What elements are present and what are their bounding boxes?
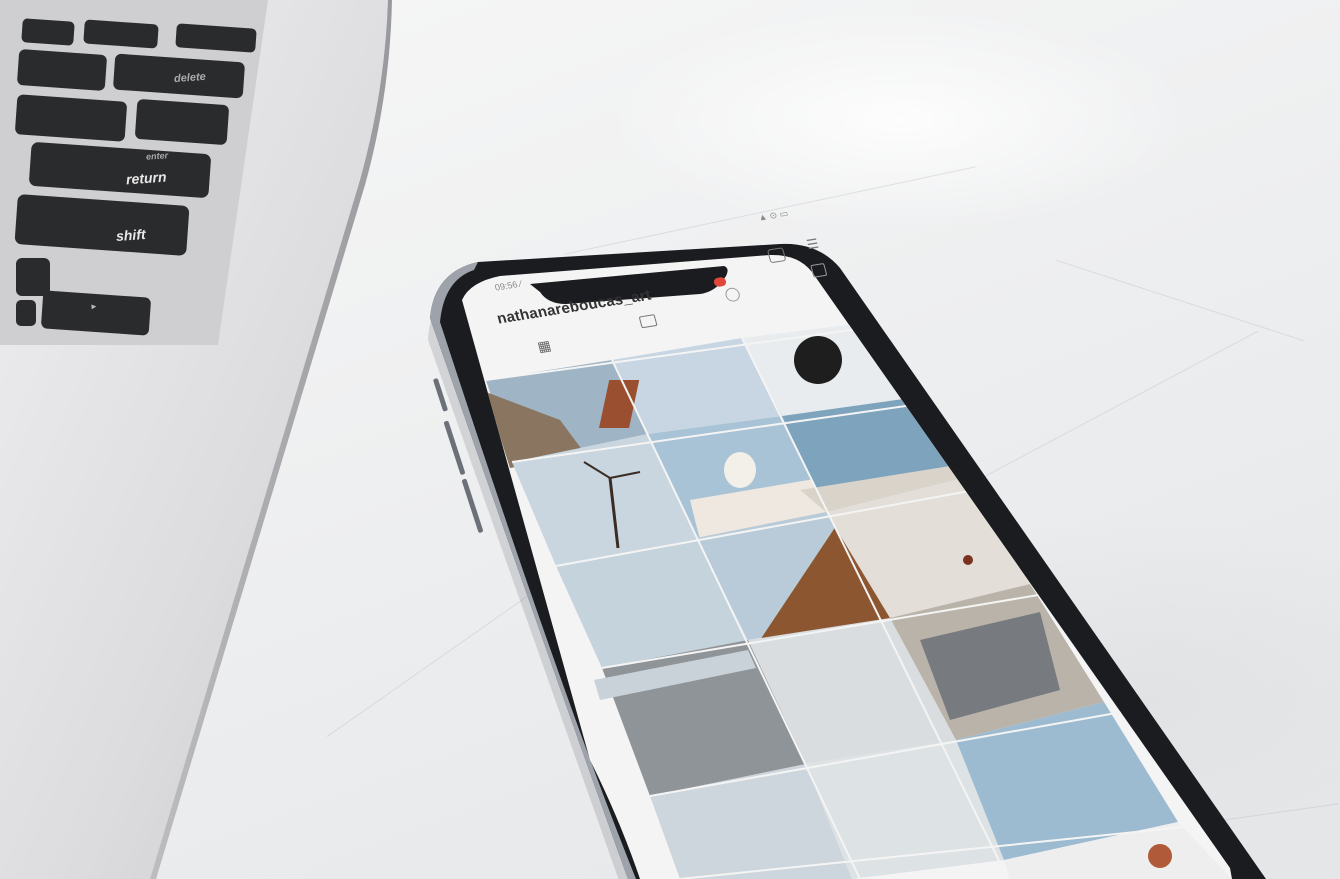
- igtv-icon[interactable]: [810, 262, 828, 278]
- smartphone: 09:56 ⁄ ▲ ⊙ ▭ nathanareboucas_art ☰ ▦: [0, 0, 1340, 879]
- phone-body: [428, 243, 1266, 879]
- notification-badge[interactable]: [712, 276, 728, 288]
- tagged-icon[interactable]: [723, 286, 742, 303]
- profile-username[interactable]: nathanareboucas_art: [495, 287, 653, 328]
- grid-icon[interactable]: ▦: [536, 337, 553, 356]
- menu-icon[interactable]: ☰: [805, 236, 821, 253]
- add-post-icon[interactable]: [766, 247, 787, 264]
- reels-icon[interactable]: [638, 314, 658, 329]
- status-bar-time: 09:56 ⁄: [493, 278, 523, 293]
- status-bar-icons: ▲ ⊙ ▭: [757, 208, 790, 223]
